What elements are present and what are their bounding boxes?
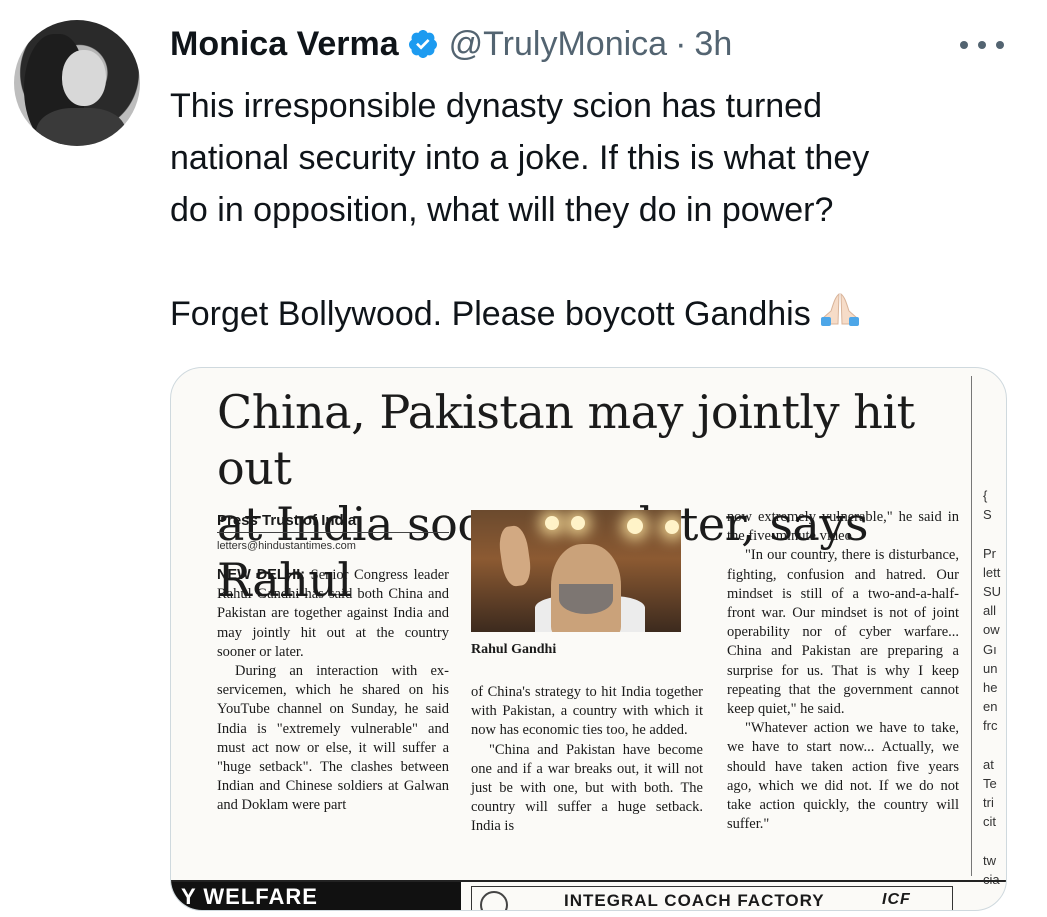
edge-fragment: SU — [983, 583, 1002, 599]
edge-fragment: all — [983, 603, 997, 619]
tweet-text: This irresponsible dynasty scion has tur… — [170, 80, 1030, 342]
newspaper-clipping: China, Pakistan may jointly hit out at I… — [171, 368, 1006, 910]
clipping-byline: Press Trust of India — [217, 512, 357, 529]
avatar-body — [36, 108, 126, 146]
folded-hands-icon — [817, 290, 863, 342]
icf-ad-title: INTEGRAL COACH FACTORY — [564, 891, 825, 910]
edge-fragment: he — [983, 679, 998, 695]
more-dot — [960, 41, 968, 49]
edge-fragment: S — [983, 507, 992, 523]
article-column-3: now extremely vulnerable," he said in th… — [727, 508, 959, 834]
edge-fragment: Te — [983, 775, 997, 791]
article-paragraph: of China's strategy to hit India togethe… — [471, 684, 703, 739]
icf-logo: ICF — [882, 891, 911, 908]
edge-fragment: Gı — [983, 641, 997, 657]
edge-fragment: ow — [983, 622, 1000, 638]
article-paragraph: now extremely vulnerable," he said in th… — [727, 509, 959, 545]
edge-fragment: lett — [983, 564, 1001, 580]
edge-fragment: Pr — [983, 545, 996, 561]
article-paragraph: "China and Pakistan have become one and … — [471, 741, 703, 835]
stage-light — [571, 516, 585, 530]
article-column-2: of China's strategy to hit India togethe… — [471, 683, 703, 837]
edge-fragment: cit — [983, 814, 996, 830]
headline-line: China, Pakistan may jointly hit out — [217, 385, 915, 495]
media-image[interactable]: China, Pakistan may jointly hit out at I… — [170, 367, 1007, 911]
stage-light — [665, 520, 679, 534]
separator-dot: · — [675, 24, 687, 63]
avatar-face — [62, 50, 106, 106]
edge-fragment: at — [983, 756, 994, 772]
icf-ad-box: INTEGRAL COACH FACTORY ICF — [471, 886, 953, 910]
article-paragraph: "In our country, there is disturbance, f… — [727, 547, 959, 718]
dateline: NEW DELHI: — [217, 567, 306, 583]
author-handle[interactable]: @TrulyMonica — [449, 25, 667, 64]
article-paragraph: "Whatever action we have to take, we hav… — [727, 720, 959, 833]
railway-seal-icon — [480, 891, 508, 910]
timestamp-link[interactable]: 3h — [694, 25, 732, 64]
speaker-beard — [559, 584, 613, 614]
stage-light — [627, 518, 643, 534]
tweet-header: Monica Verma @TrulyMonica · 3h — [170, 22, 732, 66]
byline-rule — [217, 532, 449, 533]
edge-fragment: { — [983, 488, 988, 503]
edge-fragment — [983, 831, 1006, 850]
column-rule — [971, 376, 972, 876]
stage-light — [545, 516, 559, 530]
more-options-icon[interactable] — [960, 28, 1004, 62]
paragraph-spacer — [170, 236, 1030, 288]
photo-caption: Rahul Gandhi — [471, 642, 557, 657]
tweet-text-line: do in opposition, what will they do in p… — [170, 191, 834, 229]
edge-fragment: tri — [983, 795, 994, 810]
tweet-text-line: This irresponsible dynasty scion has tur… — [170, 87, 822, 125]
article-column-1: NEW DELHI: Senior Congress leader Rahul … — [217, 566, 449, 816]
tweet-text-line: Forget Bollywood. Please boycott Gandhis — [170, 288, 1030, 342]
cropped-adjacent-column: { S Pr lett SU all ow Gı un he en frc at… — [983, 486, 1006, 889]
rahul-gandhi-photo — [471, 510, 681, 632]
edge-fragment: tw — [983, 852, 996, 868]
edge-fragment: en — [983, 699, 998, 715]
article-paragraph: During an interaction with ex-servicemen… — [217, 663, 449, 814]
article-paragraph: NEW DELHI: Senior Congress leader Rahul … — [217, 566, 449, 662]
author-name[interactable]: Monica Verma — [170, 25, 399, 64]
edge-fragment — [983, 524, 1006, 543]
tweet-text-second: Forget Bollywood. Please boycott Gandhis — [170, 295, 811, 333]
welfare-banner: Y WELFARE — [171, 882, 461, 910]
more-dot — [996, 41, 1004, 49]
tweet-text-line: national security into a joke. If this i… — [170, 139, 870, 177]
edge-fragment: un — [983, 660, 998, 676]
author-avatar[interactable] — [14, 20, 140, 146]
clipping-email: letters@hindustantimes.com — [217, 540, 356, 552]
edge-fragment — [983, 735, 1006, 754]
edge-fragment: frc — [983, 718, 998, 734]
more-dot — [978, 41, 986, 49]
raised-hand — [496, 524, 534, 588]
verified-badge-icon — [407, 28, 439, 60]
